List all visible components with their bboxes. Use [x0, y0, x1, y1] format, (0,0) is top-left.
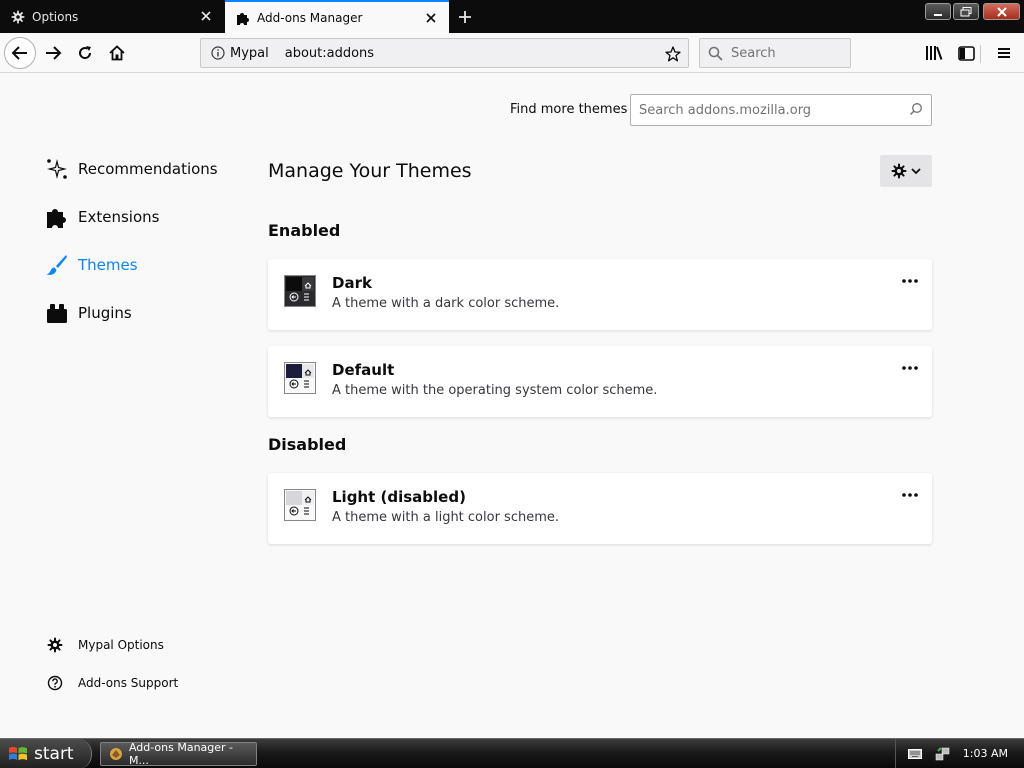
- default-theme-icon: [284, 362, 316, 394]
- chevron-down-icon: [911, 168, 921, 175]
- forward-button[interactable]: [37, 37, 69, 69]
- category-label: Extensions: [78, 208, 160, 226]
- identity-label: Mypal: [230, 45, 269, 61]
- category-plugins[interactable]: Plugins: [44, 298, 132, 328]
- close-icon[interactable]: [198, 8, 214, 24]
- find-more-label: Find more themes: [510, 102, 628, 117]
- library-icon: [926, 46, 943, 60]
- tab-addons-manager[interactable]: Add-ons Manager: [225, 0, 449, 33]
- category-label: Themes: [78, 256, 138, 274]
- theme-card-light[interactable]: Light (disabled) A theme with a light co…: [268, 473, 932, 544]
- theme-name: Light (disabled): [332, 488, 466, 506]
- navigation-toolbar: Mypal about:addons Search: [0, 33, 1024, 73]
- theme-card-default[interactable]: Default A theme with the operating syste…: [268, 346, 932, 417]
- hamburger-icon: [998, 48, 1010, 58]
- new-tab-button[interactable]: [452, 4, 478, 30]
- gear-icon: [891, 163, 907, 179]
- hamburger-menu-button[interactable]: [988, 37, 1020, 69]
- theme-description: A theme with a light color scheme.: [332, 510, 560, 525]
- sidebar-toggle-button[interactable]: [950, 37, 982, 69]
- category-themes[interactable]: Themes: [44, 250, 138, 280]
- addons-manager-page: Find more themes Search addons.mozilla.o…: [0, 74, 1024, 738]
- toolbar-separator: [980, 45, 981, 63]
- footer-link-label: Add-ons Support: [78, 676, 179, 690]
- site-identity[interactable]: Mypal: [201, 46, 277, 61]
- plus-icon: [459, 11, 471, 23]
- tab-label: Options: [32, 9, 79, 24]
- addons-support-link[interactable]: Add-ons Support: [46, 672, 178, 694]
- more-options-icon[interactable]: [898, 356, 922, 380]
- theme-description: A theme with the operating system color …: [332, 383, 658, 398]
- footer-link-label: Mypal Options: [78, 638, 164, 652]
- star-icon[interactable]: [664, 45, 682, 63]
- tools-menu-button[interactable]: [880, 155, 932, 187]
- plugin-block-icon: [44, 300, 70, 326]
- puzzle-icon: [235, 10, 251, 26]
- taskbar-item-addons-manager[interactable]: Add-ons Manager - M...: [100, 741, 257, 767]
- close-icon[interactable]: [423, 10, 439, 26]
- windows-logo-icon: [9, 746, 27, 761]
- minimize-button[interactable]: [925, 3, 951, 20]
- category-label: Plugins: [78, 304, 132, 322]
- url-text[interactable]: about:addons: [285, 46, 374, 61]
- tab-strip: Options Add-ons Manager: [0, 0, 1024, 33]
- close-window-button[interactable]: [983, 3, 1020, 20]
- sidebar-icon: [957, 45, 975, 61]
- disabled-section-heading: Disabled: [268, 435, 347, 454]
- mypal-options-link[interactable]: Mypal Options: [46, 634, 164, 656]
- home-icon: [109, 45, 125, 61]
- help-circle-icon: [46, 674, 64, 692]
- back-button[interactable]: [4, 37, 36, 69]
- home-button[interactable]: [101, 37, 133, 69]
- restore-button[interactable]: [953, 3, 979, 20]
- gear-icon: [46, 636, 64, 654]
- theme-name: Default: [332, 361, 395, 379]
- keyboard-icon[interactable]: [906, 745, 924, 763]
- start-label: start: [34, 744, 74, 764]
- minimize-icon: [934, 13, 942, 16]
- library-button[interactable]: [918, 37, 950, 69]
- sparkle-icon: [44, 156, 70, 182]
- close-icon: [996, 6, 1007, 17]
- tab-options[interactable]: Options: [0, 0, 224, 33]
- dark-theme-icon: [284, 275, 316, 307]
- mypal-app-icon: [109, 748, 122, 760]
- reload-icon: [79, 46, 92, 59]
- clock: 1:03 AM: [962, 747, 1008, 760]
- theme-card-dark[interactable]: Dark A theme with a dark color scheme.: [268, 259, 932, 330]
- more-options-icon[interactable]: [898, 269, 922, 293]
- task-label: Add-ons Manager - M...: [128, 741, 234, 767]
- brush-icon: [44, 252, 70, 278]
- arrow-left-icon: [11, 46, 27, 60]
- arrow-right-icon: [46, 46, 62, 60]
- restore-icon: [960, 6, 972, 16]
- theme-name: Dark: [332, 274, 372, 292]
- search-icon: [708, 46, 723, 61]
- search-icon: [909, 102, 923, 120]
- more-options-icon[interactable]: [898, 483, 922, 507]
- theme-description: A theme with a dark color scheme.: [332, 296, 560, 311]
- search-input[interactable]: Search: [699, 38, 851, 68]
- search-placeholder: Search: [731, 45, 776, 61]
- start-button[interactable]: start: [0, 739, 92, 768]
- amo-search-placeholder: Search addons.mozilla.org: [639, 102, 812, 118]
- reload-button[interactable]: [69, 37, 101, 69]
- info-icon: [211, 46, 225, 60]
- tab-label: Add-ons Manager: [257, 10, 363, 25]
- light-theme-icon: [284, 489, 316, 521]
- enabled-section-heading: Enabled: [268, 221, 341, 240]
- gear-icon: [10, 9, 26, 25]
- puzzle-icon: [44, 204, 70, 230]
- taskbar: start Add-ons Manager - M... 1:03 AM: [0, 738, 1024, 768]
- category-label: Recommendations: [78, 160, 218, 178]
- page-title: Manage Your Themes: [268, 160, 472, 182]
- amo-search-input[interactable]: Search addons.mozilla.org: [630, 94, 932, 126]
- url-bar[interactable]: Mypal about:addons: [200, 38, 689, 68]
- category-extensions[interactable]: Extensions: [44, 202, 159, 232]
- category-recommendations[interactable]: Recommendations: [44, 154, 218, 184]
- network-icon[interactable]: [934, 745, 952, 763]
